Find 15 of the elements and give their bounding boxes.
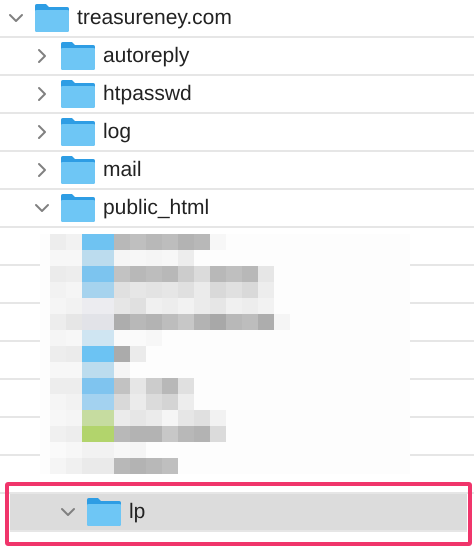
folder-icon <box>34 3 70 33</box>
folder-icon <box>60 155 96 185</box>
folder-icon <box>60 117 96 147</box>
folder-icon <box>60 41 96 71</box>
folder-name: treasureney.com <box>77 6 232 30</box>
folder-name: htpasswd <box>103 82 192 106</box>
folder-icon <box>86 497 122 527</box>
folder-icon <box>60 79 96 109</box>
folder-name: mail <box>103 158 142 182</box>
tree-row[interactable]: lp <box>10 494 467 532</box>
folder-icon <box>60 193 96 223</box>
folder-name: lp <box>129 500 146 524</box>
folder-name: autoreply <box>103 44 190 68</box>
folder-name: public_html <box>103 196 210 220</box>
folder-name: log <box>103 120 132 144</box>
